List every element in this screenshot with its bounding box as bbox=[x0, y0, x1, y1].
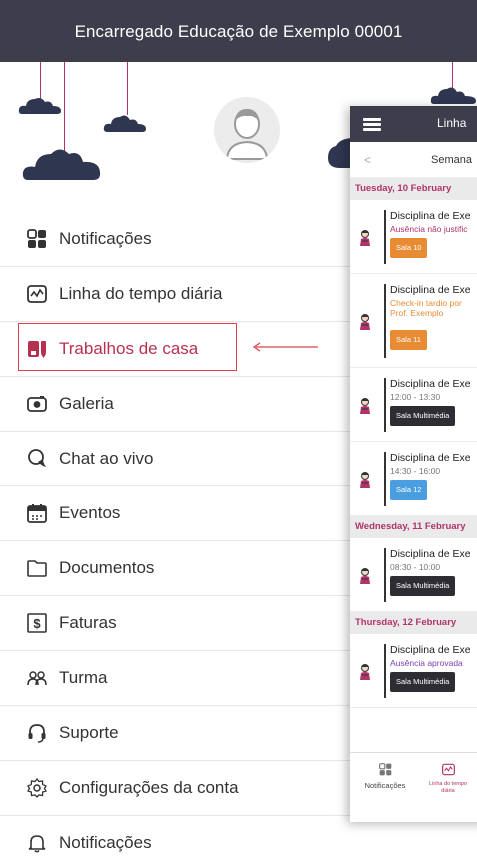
event-divider bbox=[384, 644, 386, 698]
student-icon bbox=[358, 313, 372, 331]
panel-header: Linha bbox=[350, 106, 477, 142]
invoice-icon: $ bbox=[26, 612, 48, 634]
day-header: Tuesday, 10 February bbox=[350, 178, 477, 200]
student-icon bbox=[358, 567, 372, 585]
room-badge: Sala 10 bbox=[390, 238, 428, 258]
tab-notificacoes[interactable]: Notificações bbox=[358, 763, 412, 790]
menu-label: Documentos bbox=[59, 558, 155, 578]
menu-label: Notificações bbox=[59, 833, 152, 853]
week-label: Semana bbox=[431, 154, 472, 166]
cloud-icon bbox=[18, 98, 61, 114]
menu-label: Configurações da conta bbox=[59, 777, 239, 797]
timeline-event[interactable]: Disciplina de Exe Check-in tardio por Prof… bbox=[350, 274, 477, 368]
timeline-event[interactable]: Disciplina de Exe 14:30 - 16:00 Sala 12 bbox=[350, 442, 477, 516]
event-title: Disciplina de Exe bbox=[390, 548, 471, 560]
timeline-list: Tuesday, 10 February Disciplina de Exe Aus… bbox=[350, 178, 477, 708]
event-title: Disciplina de Exe bbox=[390, 284, 471, 296]
decor-string bbox=[127, 62, 128, 115]
app-header: Encarregado Educação de Exemplo 00001 bbox=[0, 0, 477, 62]
menu-label: Eventos bbox=[59, 503, 121, 523]
menu-label: Notificações bbox=[59, 228, 152, 248]
event-subtitle: 12:00 - 13:30 bbox=[390, 392, 441, 402]
event-subtitle: Prof. Exemplo bbox=[390, 308, 444, 318]
timeline-panel: Linha < Semana Tuesday, 10 February Disci… bbox=[350, 106, 477, 822]
timeline-event[interactable]: Disciplina de Exe Ausência não justific Sa… bbox=[350, 200, 477, 274]
arrow-left-icon bbox=[252, 342, 318, 352]
event-title: Disciplina de Exe bbox=[390, 452, 471, 464]
menu-label: Turma bbox=[59, 668, 108, 688]
week-selector: < Semana bbox=[350, 142, 477, 178]
chevron-left-icon[interactable]: < bbox=[364, 153, 371, 167]
tab-linha-do-tempo[interactable]: Linha do tempo diária bbox=[426, 763, 470, 795]
event-title: Disciplina de Exe bbox=[390, 210, 471, 222]
timeline-event[interactable]: Disciplina de Exe 08:30 - 10:00 Sala Multi… bbox=[350, 538, 477, 612]
menu-label: Linha do tempo diária bbox=[59, 283, 223, 303]
event-divider bbox=[384, 548, 386, 602]
event-subtitle: 08:30 - 10:00 bbox=[390, 562, 441, 572]
cloud-icon bbox=[103, 115, 146, 132]
menu-icon[interactable] bbox=[363, 118, 381, 131]
timeline-icon bbox=[26, 283, 48, 305]
event-title: Disciplina de Exe bbox=[390, 378, 471, 390]
room-badge: Sala Multimédia bbox=[390, 406, 456, 426]
tab-label: Linha do tempo diária bbox=[429, 781, 467, 794]
gear-icon bbox=[26, 777, 48, 799]
parent-name-title: Encarregado Educação de Exemplo 00001 bbox=[74, 22, 403, 41]
folder-icon bbox=[26, 557, 48, 579]
cloud-icon bbox=[22, 149, 101, 180]
menu-item-notificacoes-settings[interactable]: Notificações bbox=[0, 816, 477, 860]
day-header: Thursday, 12 February bbox=[350, 612, 477, 634]
event-subtitle: Check-in tardio por bbox=[390, 298, 462, 308]
camera-icon bbox=[26, 393, 48, 415]
user-icon bbox=[214, 97, 280, 163]
student-icon bbox=[358, 663, 372, 681]
menu-label: Suporte bbox=[59, 722, 119, 742]
event-divider bbox=[384, 284, 386, 358]
avatar[interactable] bbox=[214, 97, 280, 163]
group-icon bbox=[26, 667, 48, 689]
calendar-icon bbox=[26, 502, 48, 524]
event-subtitle: Ausência aprovada bbox=[390, 658, 463, 668]
timeline-icon bbox=[441, 763, 455, 776]
bottom-tab-bar: Notificações Linha do tempo diária bbox=[350, 752, 477, 822]
timeline-event[interactable]: Disciplina de Exe 12:00 - 13:30 Sala Multi… bbox=[350, 368, 477, 442]
highlight-box bbox=[18, 323, 237, 371]
timeline-event[interactable]: Disciplina de Exe Ausência aprovada Sala M… bbox=[350, 634, 477, 708]
room-badge: Sala Multimédia bbox=[390, 672, 456, 692]
event-divider bbox=[384, 378, 386, 432]
menu-label: Galeria bbox=[59, 393, 114, 413]
event-divider bbox=[384, 452, 386, 506]
grid-icon bbox=[26, 228, 48, 250]
event-divider bbox=[384, 210, 386, 264]
decor-string bbox=[64, 62, 65, 152]
tab-label: Notificações bbox=[364, 781, 406, 790]
student-icon bbox=[358, 229, 372, 247]
bell-icon bbox=[26, 832, 48, 854]
menu-label: Chat ao vivo bbox=[59, 448, 154, 468]
cloud-icon bbox=[430, 87, 476, 104]
event-subtitle: 14:30 - 16:00 bbox=[390, 466, 441, 476]
svg-text:$: $ bbox=[33, 616, 41, 631]
student-icon bbox=[358, 397, 372, 415]
menu-label: Faturas bbox=[59, 613, 117, 633]
room-badge: Sala 12 bbox=[390, 480, 428, 500]
headset-icon bbox=[26, 722, 48, 744]
decor-string bbox=[40, 62, 41, 100]
chat-icon bbox=[26, 448, 48, 470]
room-badge: Sala Multimédia bbox=[390, 576, 456, 596]
room-badge: Sala 11 bbox=[390, 330, 427, 350]
grid-icon bbox=[378, 763, 391, 776]
day-header: Wednesday, 11 February bbox=[350, 516, 477, 538]
panel-title: Linha bbox=[437, 116, 467, 130]
event-subtitle: Ausência não justific bbox=[390, 224, 468, 234]
event-title: Disciplina de Exe bbox=[390, 644, 471, 656]
student-icon bbox=[358, 471, 372, 489]
